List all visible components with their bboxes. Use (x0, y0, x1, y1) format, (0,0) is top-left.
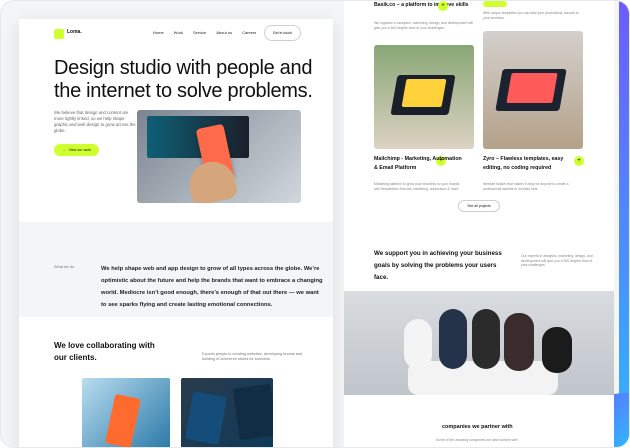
accent-edge (619, 1, 629, 447)
partners-title: companies we partner with (442, 424, 513, 430)
nav-bar: Loma. Home Work Service About us Careers… (19, 19, 333, 51)
nav-link-careers[interactable]: Careers (242, 30, 256, 35)
right-page: Basik.co – a platform to improve skills … (344, 1, 614, 447)
zyro-card-title: Zyro – Flawless templates, easy editing,… (483, 156, 564, 171)
partners-body: Some of the amazing companies we have wo… (436, 438, 518, 442)
logo-mark (54, 29, 64, 39)
plus-icon[interactable]: + (438, 1, 448, 11)
what-we-do-label: What we do (54, 265, 75, 269)
phone-mockup (185, 391, 227, 445)
view-work-button[interactable]: → View our work (54, 144, 99, 156)
mailchimp-card-body: Marketing platform to grow your business… (374, 182, 460, 191)
get-in-touch-button[interactable]: Get in touch (264, 25, 301, 41)
logo-text: Loma. (67, 29, 82, 35)
accent-pill (483, 1, 507, 7)
nav-link-about[interactable]: About us (216, 30, 232, 35)
tablet-mockup (232, 383, 273, 441)
laptop-screen (506, 73, 558, 103)
zyro-card-body: Website builder that makes it easy for a… (483, 182, 569, 191)
person (542, 327, 572, 373)
support-title: We support you in achieving your busines… (374, 250, 502, 281)
what-we-do-section: What we do We help shape web and app des… (19, 222, 333, 317)
right-top-title: Basik.co – a platform to improve skills (374, 2, 469, 8)
support-body: Our experts in analytics, marketing, des… (521, 254, 593, 267)
nav-links: Home Work Service About us Careers (153, 30, 256, 35)
person (404, 319, 432, 369)
nav-link-home[interactable]: Home (153, 30, 164, 35)
team-photo (344, 291, 614, 395)
plus-icon[interactable]: + (574, 156, 584, 166)
hero-body: We believe that design and content are m… (54, 110, 136, 133)
collab-body: Experts people in creating websites, dev… (202, 352, 303, 361)
person (504, 313, 534, 371)
mailchimp-card-title: Mailchimp - Marketing, Automation & Emai… (374, 156, 462, 171)
what-we-do-text: We help shape web and app design to grow… (101, 266, 323, 308)
zyro-card-image[interactable] (483, 31, 583, 149)
laptop-screen (401, 79, 447, 107)
phone-mockup (105, 393, 141, 447)
right-top-body: We organize in analytics, marketing, des… (374, 21, 473, 30)
hero-title: Design studio with people and the intern… (54, 57, 313, 102)
mailchimp-card-image[interactable] (374, 45, 474, 149)
left-page: Loma. Home Work Service About us Careers… (19, 19, 333, 447)
see-all-projects-button[interactable]: See all projects (458, 200, 500, 212)
person (472, 309, 500, 369)
right-top-body-2: With unique templates you can take your … (483, 11, 579, 20)
nav-link-work[interactable]: Work (174, 30, 183, 35)
hero-image (137, 110, 301, 203)
arrow-icon: → (61, 148, 66, 152)
app-frame: Loma. Home Work Service About us Careers… (0, 0, 630, 448)
project-thumb-2[interactable] (181, 378, 273, 447)
project-thumb-1[interactable] (82, 378, 170, 447)
nav-link-service[interactable]: Service (193, 30, 206, 35)
person (439, 309, 467, 369)
collab-title: We love collaborating with our clients. (54, 341, 155, 362)
view-work-label: View our work (68, 148, 92, 152)
